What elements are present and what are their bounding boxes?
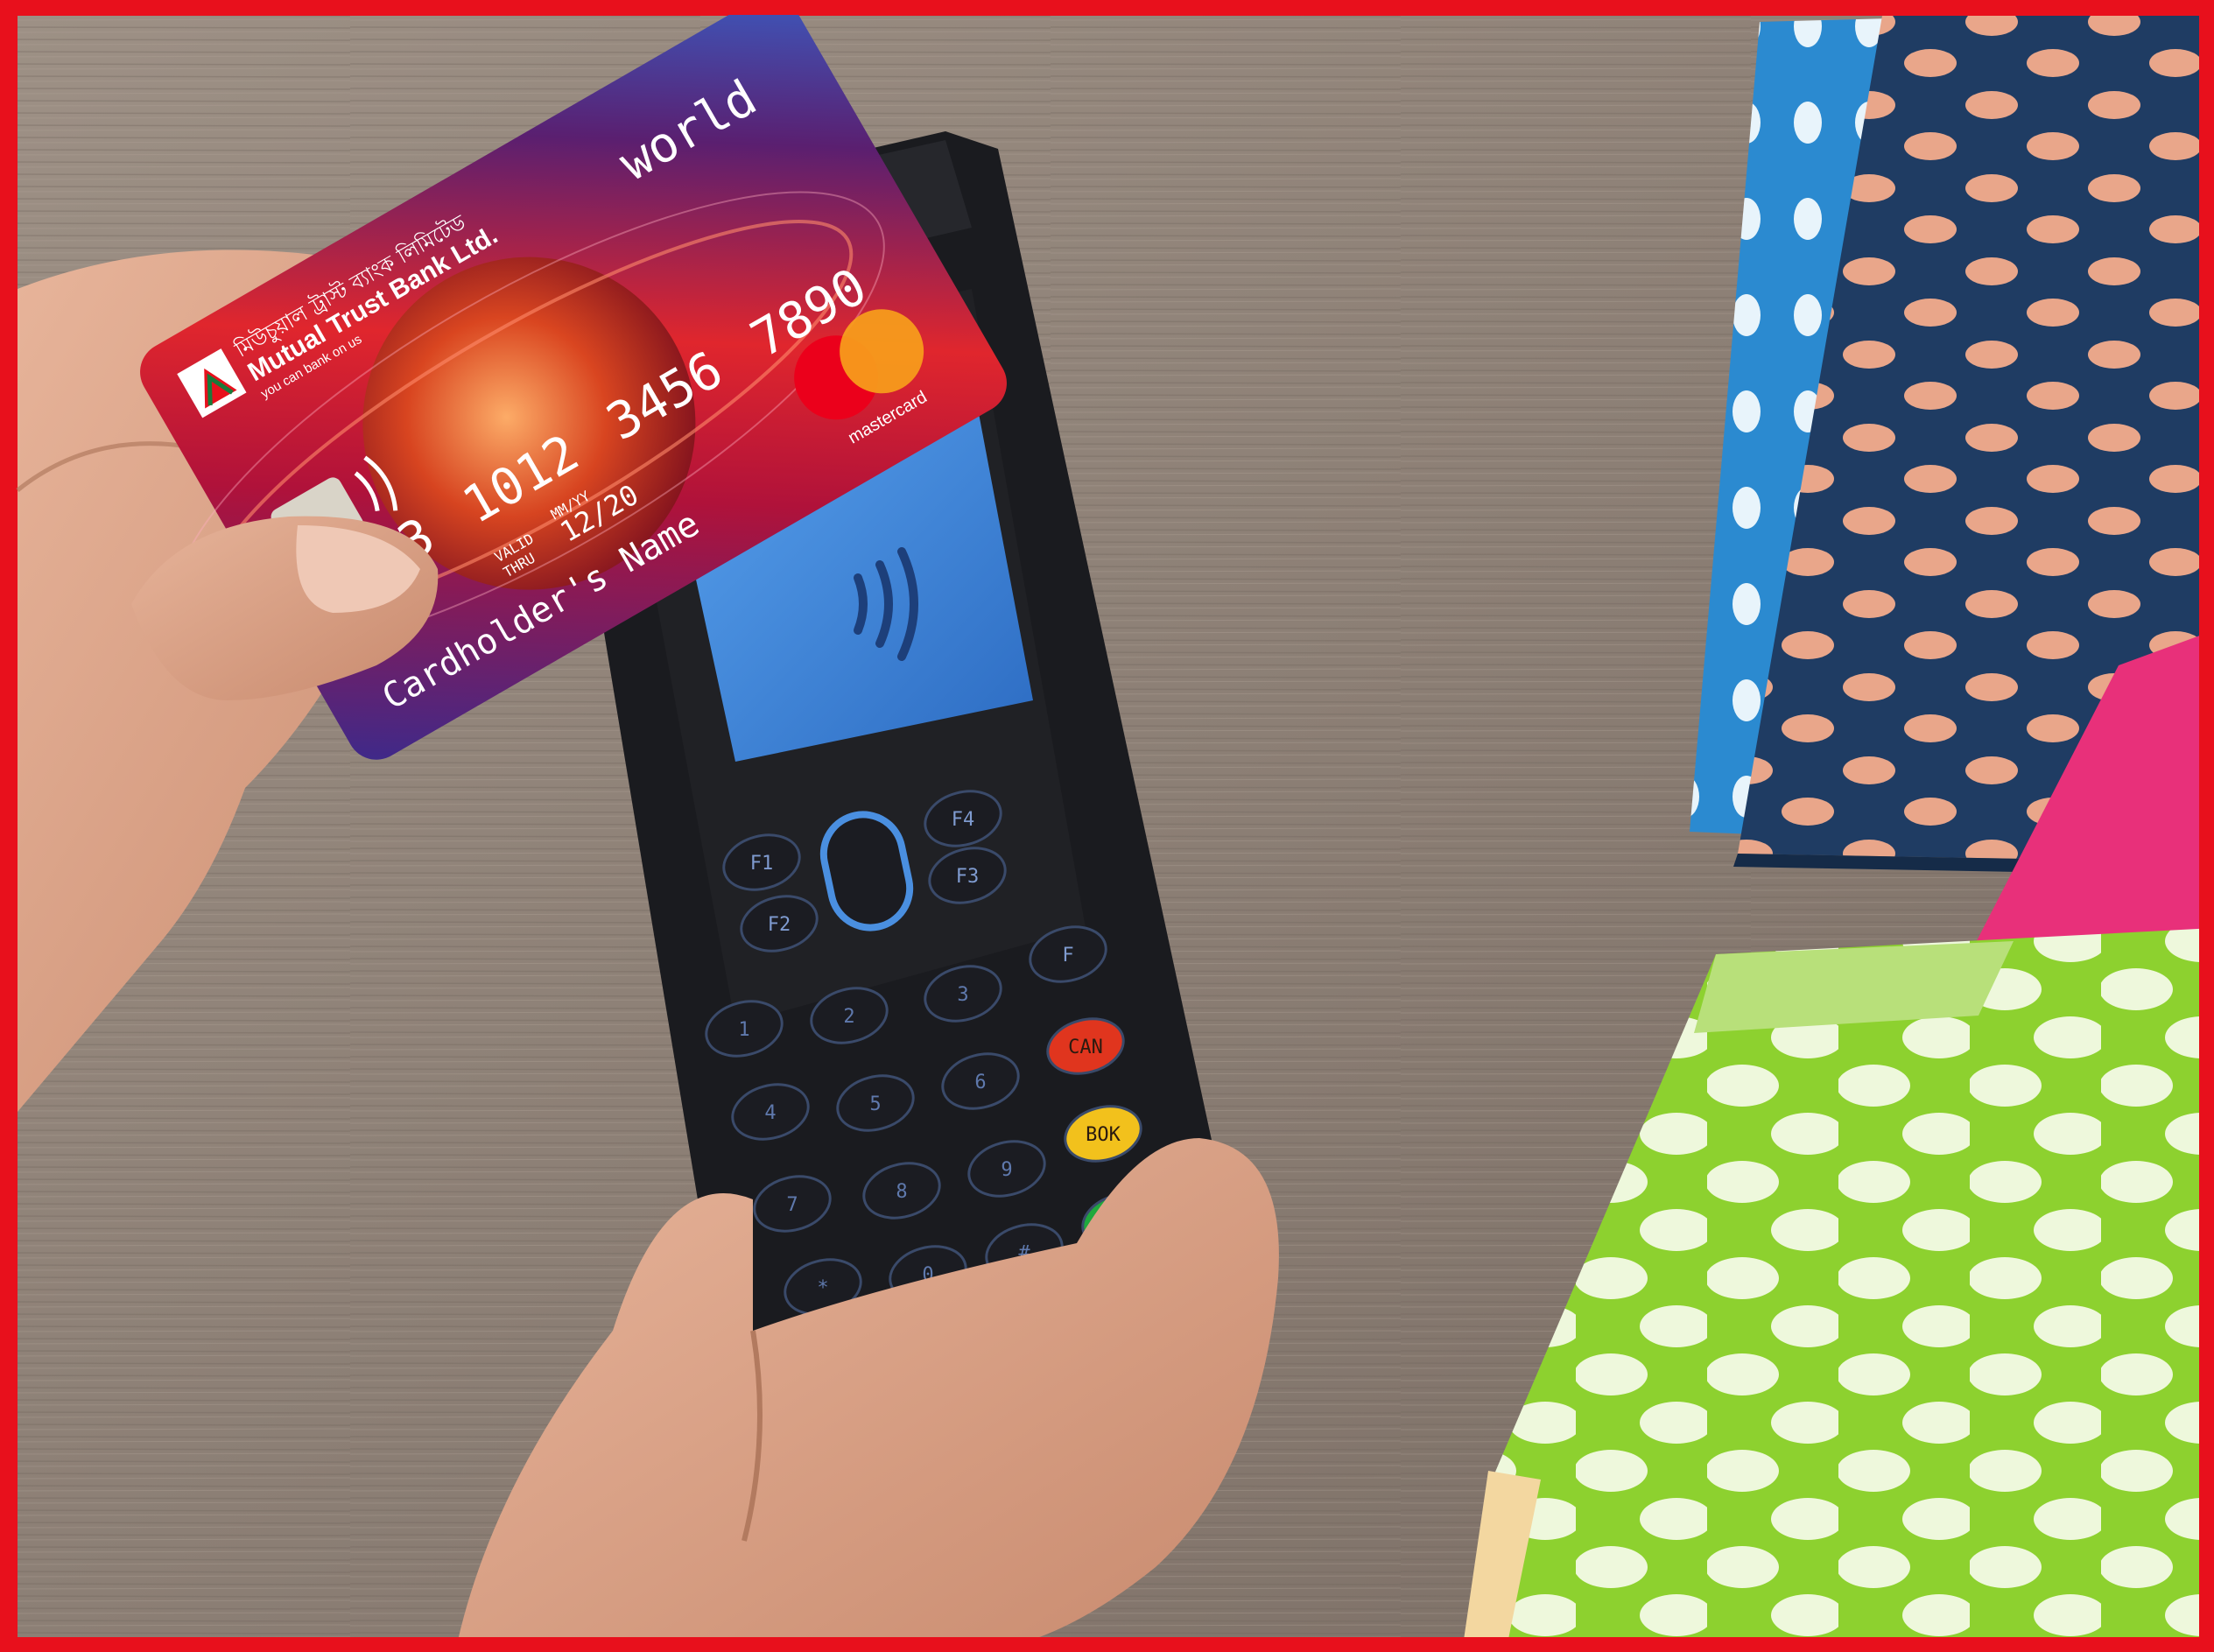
svg-text:7: 7 — [786, 1194, 798, 1216]
svg-text:F: F — [1062, 945, 1073, 967]
photo-scene: F1F2F3F4F123456789*0#CANBOKOK মিউচুয়াল … — [0, 0, 2214, 1652]
svg-text:F2: F2 — [768, 914, 791, 936]
svg-text:1: 1 — [738, 1019, 749, 1041]
svg-text:CAN: CAN — [1068, 1037, 1103, 1058]
svg-text:F1: F1 — [750, 853, 774, 875]
svg-text:BOK: BOK — [1086, 1124, 1121, 1146]
svg-text:2: 2 — [843, 1006, 854, 1028]
svg-text:*: * — [817, 1277, 828, 1299]
svg-text:F4: F4 — [952, 809, 975, 831]
svg-text:8: 8 — [896, 1181, 907, 1203]
svg-text:F3: F3 — [956, 866, 980, 888]
svg-text:5: 5 — [869, 1093, 881, 1115]
svg-text:6: 6 — [974, 1072, 986, 1093]
svg-text:9: 9 — [1001, 1159, 1012, 1181]
svg-text:4: 4 — [764, 1102, 776, 1124]
svg-text:3: 3 — [957, 984, 968, 1006]
